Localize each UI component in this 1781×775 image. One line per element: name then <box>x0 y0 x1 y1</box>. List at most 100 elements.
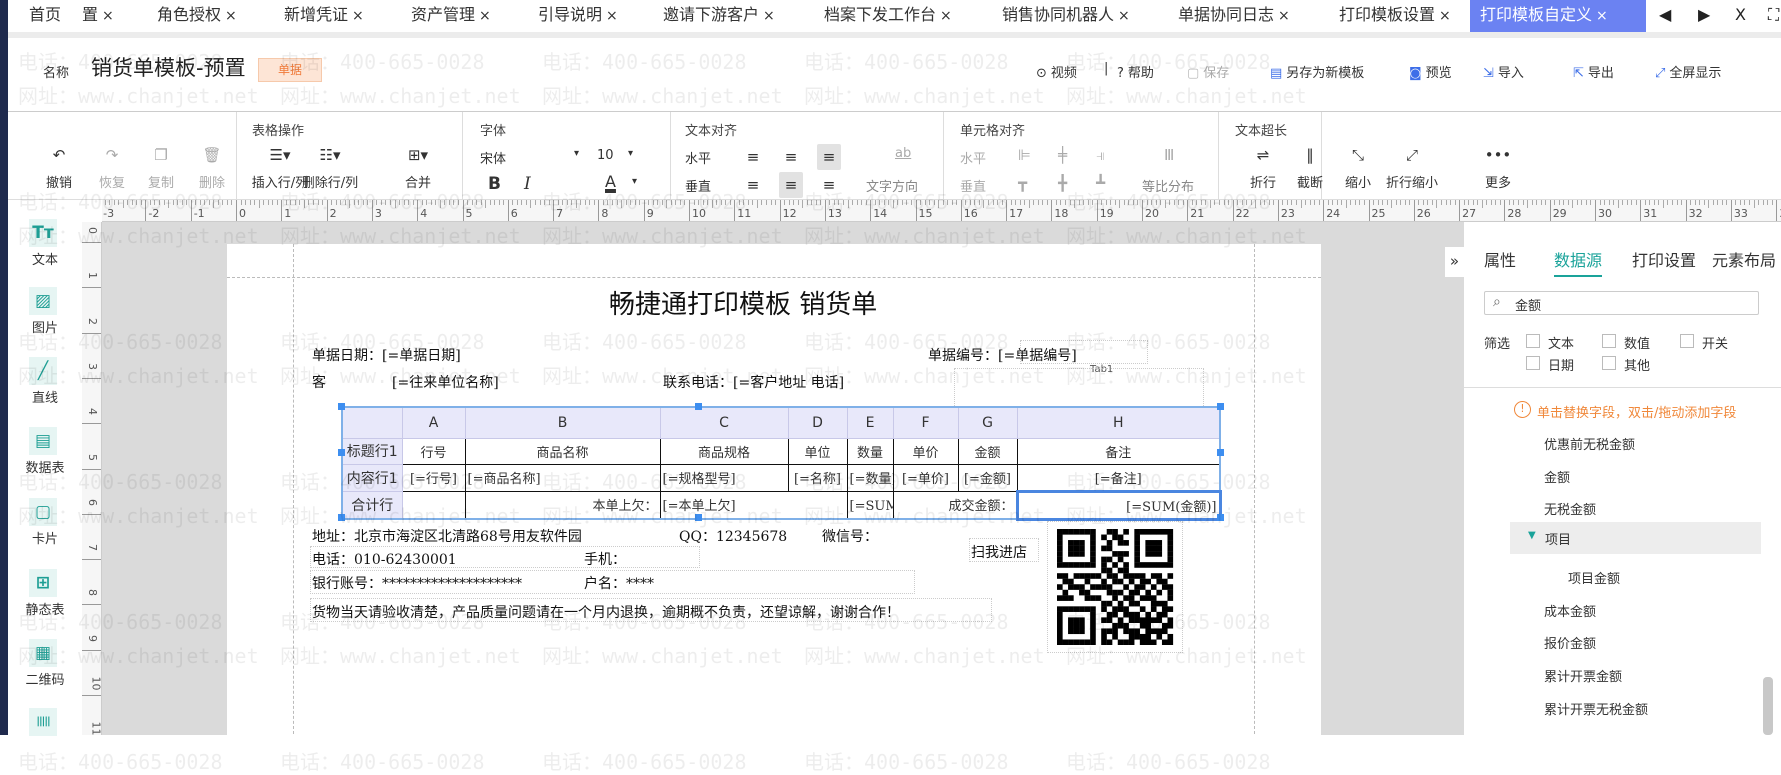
sidebar-item-barcode[interactable]: ||||| <box>8 708 82 768</box>
checkbox[interactable] <box>1602 356 1616 370</box>
table-cell[interactable]: 成交金额： <box>893 491 1017 519</box>
align-left-icon[interactable]: ≡ <box>741 144 765 170</box>
column-header[interactable]: C <box>660 407 788 438</box>
filter-checkbox-2[interactable]: 开关 <box>1680 333 1750 353</box>
field-search-input[interactable]: ⌕ 金额 <box>1484 291 1759 315</box>
resize-handle[interactable] <box>338 514 345 521</box>
close-icon[interactable]: × <box>225 8 237 24</box>
sidebar-item-data-table[interactable]: ▤数据表 <box>8 427 82 487</box>
row-header[interactable]: 内容行1 <box>342 464 402 491</box>
delete-button[interactable]: 🗑删除 <box>182 142 242 192</box>
tab-1[interactable]: 置× <box>82 0 114 32</box>
wrap-shrink-button[interactable]: ⤢折行缩小 <box>1382 142 1442 192</box>
sidebar-item-card[interactable]: ▢卡片 <box>8 498 82 558</box>
tab-0[interactable]: 首页 <box>29 0 61 32</box>
checkbox[interactable] <box>1526 356 1540 370</box>
cell-align-middle-icon[interactable]: ╋ <box>1058 174 1067 192</box>
contact-field[interactable]: 联系电话：[=客户地址 电话] <box>663 372 844 392</box>
table-cell[interactable]: 本单上欠： <box>465 491 660 519</box>
field-item[interactable]: 报价金额 <box>1544 633 1596 652</box>
field-item[interactable]: 优惠前无税金额 <box>1544 434 1635 453</box>
video-button[interactable]: ⊙视频 <box>1036 62 1077 81</box>
table-cell[interactable]: [=SUM(数 <box>847 491 893 519</box>
customer-label[interactable]: 客 <box>312 372 326 392</box>
distribute-icon[interactable]: Ⅲ <box>1164 146 1174 164</box>
close-icon[interactable]: × <box>352 8 364 24</box>
design-canvas[interactable]: 畅捷通打印模板 销货单 单据日期：[=单据日期] 单据编号：[=单据编号] Ta… <box>102 222 1464 735</box>
column-header[interactable]: H <box>1017 407 1220 438</box>
table-cell[interactable]: [=商品名称] <box>465 464 660 491</box>
qq-field[interactable]: QQ：12345678 <box>679 526 787 546</box>
field-group-項目[interactable]: ▼项目 <box>1510 522 1761 554</box>
tab-prev-icon[interactable]: ◀ <box>1659 0 1671 32</box>
account-name-field[interactable]: 户名：**** <box>584 573 654 593</box>
column-header[interactable]: D <box>788 407 847 438</box>
align-center-icon[interactable]: ≡ <box>779 144 803 170</box>
tab-11[interactable]: 打印模板自定义× <box>1470 0 1646 32</box>
doc-date-field[interactable]: 单据日期：[=单据日期] <box>312 345 461 365</box>
resize-handle[interactable] <box>695 514 702 521</box>
fullscreen-button[interactable]: ⤢全屏显示 <box>1655 62 1721 81</box>
chevron-down-icon[interactable]: ▾ <box>628 148 633 159</box>
customer-field[interactable]: [=往来单位名称] <box>392 372 499 392</box>
tab-close-all-icon[interactable]: X <box>1735 0 1746 32</box>
close-icon[interactable]: × <box>1596 8 1608 24</box>
tab-7[interactable]: 档案下发工作台× <box>824 0 952 32</box>
field-item[interactable]: 金额 <box>1544 467 1570 486</box>
help-button[interactable]: ?帮助 <box>1117 62 1154 81</box>
field-item[interactable]: 项目金额 <box>1568 568 1620 587</box>
font-size-select[interactable]: 10 <box>597 148 614 163</box>
align-right-icon[interactable]: ≡ <box>817 144 841 170</box>
wechat-field[interactable]: 微信号： <box>822 526 878 546</box>
sidebar-item-qrcode[interactable]: ▦二维码 <box>8 639 82 699</box>
data-table[interactable]: ABCDEFGH标题行1行号商品名称商品规格单位数量单价金额备注内容行1[=行号… <box>341 406 1222 521</box>
undo-button[interactable]: ↶撤销 <box>29 142 89 192</box>
column-header[interactable]: A <box>402 407 465 438</box>
panel-tab-1[interactable]: 数据源 <box>1554 247 1602 277</box>
align-middle-icon[interactable]: ≡ <box>779 172 803 198</box>
close-icon[interactable]: × <box>1118 8 1130 24</box>
cell-align-top-icon[interactable]: ┳ <box>1018 174 1027 192</box>
row-header[interactable]: 合计行 <box>342 491 402 519</box>
resize-handle[interactable] <box>338 449 345 456</box>
font-color-button[interactable]: A <box>605 172 616 191</box>
cell-align-right-icon[interactable]: ⫣ <box>1096 146 1105 164</box>
italic-button[interactable]: I <box>524 174 531 194</box>
close-icon[interactable]: × <box>102 8 114 24</box>
save-as-new-template-button[interactable]: ▤另存为新模板 <box>1270 62 1364 81</box>
close-icon[interactable]: × <box>479 8 491 24</box>
checkbox[interactable] <box>1526 334 1540 348</box>
font-family-select[interactable]: 宋体 <box>480 148 506 167</box>
text-direction-icon[interactable]: ab <box>895 146 911 161</box>
more-button[interactable]: •••更多 <box>1468 142 1528 192</box>
tab-10[interactable]: 打印模板设置× <box>1339 0 1451 32</box>
resize-handle[interactable] <box>1217 514 1224 521</box>
tab-2[interactable]: 角色授权× <box>157 0 237 32</box>
field-item[interactable]: 累计开票金额 <box>1544 666 1622 685</box>
table-cell[interactable]: 金额 <box>958 438 1017 464</box>
tab-4[interactable]: 资产管理× <box>411 0 491 32</box>
table-cell[interactable]: 商品名称 <box>465 438 660 464</box>
table-cell[interactable]: [=金额] <box>958 464 1017 491</box>
row-header[interactable]: 标题行1 <box>342 438 402 464</box>
column-header[interactable]: F <box>893 407 958 438</box>
chevron-down-icon[interactable]: ▾ <box>574 148 579 159</box>
table-cell[interactable]: 商品规格 <box>660 438 788 464</box>
panel-tab-3[interactable]: 元素布局 <box>1712 247 1776 271</box>
tab-6[interactable]: 邀请下游客户× <box>663 0 775 32</box>
panel-tab-0[interactable]: 属性 <box>1484 247 1516 271</box>
table-cell[interactable]: 单价 <box>893 438 958 464</box>
resize-handle[interactable] <box>695 403 702 410</box>
field-item[interactable]: 累计开票无税金额 <box>1544 699 1648 718</box>
align-top-icon[interactable]: ≡ <box>741 172 765 198</box>
checkbox[interactable] <box>1602 334 1616 348</box>
checkbox[interactable] <box>1680 334 1694 348</box>
save-button[interactable]: ▢保存 <box>1187 62 1229 81</box>
table-cell[interactable]: [=规格型号] <box>660 464 788 491</box>
filter-checkbox-3[interactable]: 日期 <box>1526 355 1596 375</box>
shrink-button[interactable]: ⤡缩小 <box>1328 142 1388 192</box>
table-cell[interactable]: [=SUM(金额)] <box>1017 491 1220 519</box>
table-cell[interactable]: 单位 <box>788 438 847 464</box>
close-icon[interactable]: × <box>606 8 618 24</box>
import-button[interactable]: ⇲导入 <box>1483 62 1524 81</box>
